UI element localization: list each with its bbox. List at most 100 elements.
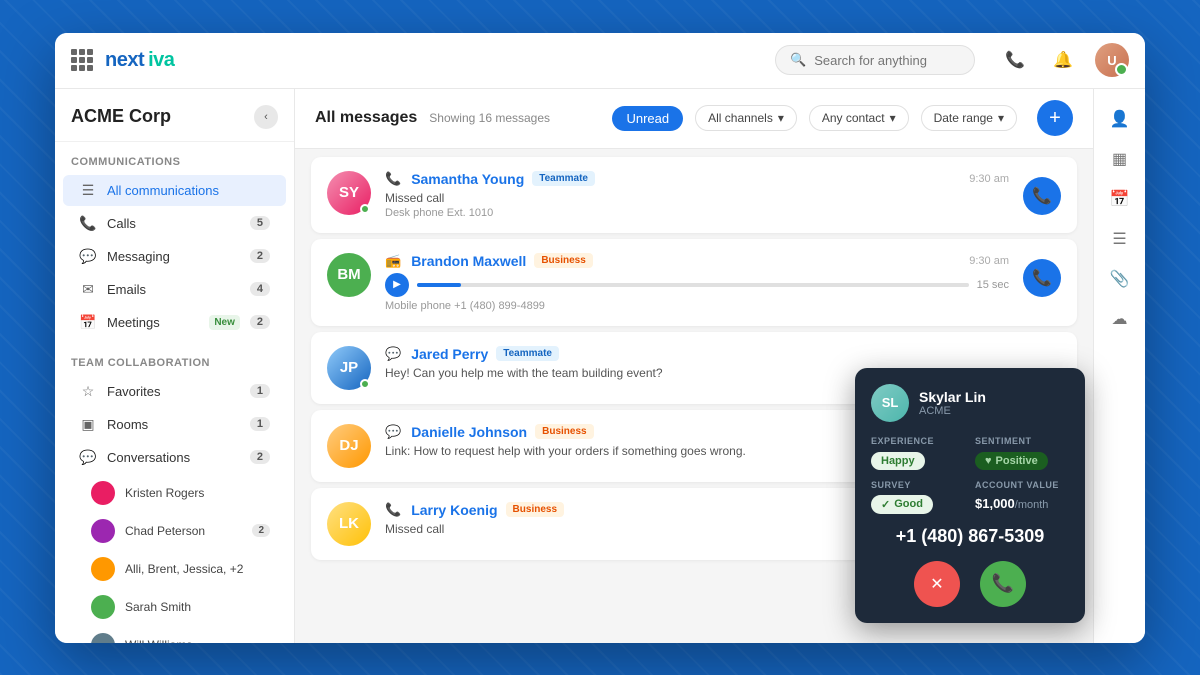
- logo-next: next: [105, 49, 144, 72]
- clip-sidebar-icon[interactable]: 📎: [1102, 261, 1138, 297]
- filter-channels-button[interactable]: All channels ▾: [695, 105, 797, 131]
- group-avatar: [91, 557, 115, 581]
- conversation-kristen-rogers[interactable]: Kristen Rogers: [63, 475, 286, 511]
- search-icon: 🔍: [790, 52, 806, 68]
- sender-tag-4: Business: [535, 424, 593, 439]
- sentiment-value: ♥ Positive: [975, 452, 1048, 470]
- search-input[interactable]: [814, 53, 960, 68]
- meetings-icon: 📅: [79, 314, 97, 331]
- sidebar-item-rooms[interactable]: ▣ Rooms 1: [63, 409, 286, 440]
- filter-date-button[interactable]: Date range ▾: [921, 105, 1017, 131]
- list-sidebar-icon[interactable]: ☰: [1102, 221, 1138, 257]
- all-communications-icon: ☰: [79, 182, 97, 199]
- conversations-icon: 💬: [79, 449, 97, 466]
- top-nav: nextiva 🔍 📞 🔔 U: [55, 33, 1145, 89]
- calls-label: Calls: [107, 216, 240, 231]
- user-avatar[interactable]: U: [1095, 43, 1129, 77]
- popup-call-actions: ✕ 📞: [871, 561, 1069, 607]
- filter-contact-button[interactable]: Any contact ▾: [809, 105, 909, 131]
- call-action-button[interactable]: 📞: [1023, 177, 1061, 215]
- account-value: $1,000/month: [975, 496, 1048, 511]
- popup-initials: SL: [882, 395, 899, 410]
- popup-avatar: SL: [871, 384, 909, 422]
- experience-label: EXPERIENCE: [871, 436, 965, 446]
- collapse-button[interactable]: ‹: [254, 105, 278, 129]
- nav-icons: 📞 🔔 U: [999, 43, 1129, 77]
- person-sidebar-icon[interactable]: 👤: [1102, 101, 1138, 137]
- sidebar-item-messaging[interactable]: 💬 Messaging 2: [63, 241, 286, 272]
- conversations-badge: 2: [250, 450, 270, 464]
- right-sidebar: 👤 ▦ 📅 ☰ 📎 ☁: [1093, 89, 1145, 643]
- cloud-sidebar-icon[interactable]: ☁: [1102, 301, 1138, 337]
- message-card-brandon-maxwell[interactable]: BM 📻 Brandon Maxwell Business 9:30 am ▶: [311, 239, 1077, 326]
- online-indicator-2: [360, 379, 370, 389]
- communications-label: Communications: [55, 142, 294, 174]
- logo-iva: iva: [148, 49, 174, 72]
- kristen-rogers-avatar: [91, 481, 115, 505]
- conversation-chad-peterson[interactable]: Chad Peterson 2: [63, 513, 286, 549]
- sender-name-4: Danielle Johnson: [411, 424, 527, 440]
- sidebar-item-favorites[interactable]: ☆ Favorites 1: [63, 376, 286, 407]
- message-card-samantha-young[interactable]: SY 📞 Samantha Young Teammate 9:30 am Mis…: [311, 157, 1077, 233]
- add-message-button[interactable]: +: [1037, 100, 1073, 136]
- play-voicemail-button[interactable]: ▶: [385, 273, 409, 297]
- phone-nav-icon[interactable]: 📞: [999, 44, 1031, 76]
- sarah-smith-avatar: [91, 595, 115, 619]
- chevron-down-icon-2: ▾: [890, 111, 896, 125]
- favorites-label: Favorites: [107, 384, 240, 399]
- message-type-icon-2: 💬: [385, 424, 401, 440]
- filter-channels-label: All channels: [708, 111, 773, 125]
- favorites-badge: 1: [250, 384, 270, 398]
- brandon-maxwell-avatar: BM: [327, 253, 371, 297]
- msg-top-3: 💬 Jared Perry Teammate: [385, 346, 1061, 362]
- apps-grid-icon[interactable]: [71, 49, 93, 71]
- conversation-sarah-smith[interactable]: Sarah Smith: [63, 589, 286, 625]
- sidebar-item-conversations[interactable]: 💬 Conversations 2: [63, 442, 286, 473]
- msg-sub-2: Mobile phone +1 (480) 899-4899: [385, 300, 1009, 312]
- voicemail-progress-bar[interactable]: [417, 283, 969, 287]
- filter-unread-button[interactable]: Unread: [612, 106, 683, 131]
- sarah-smith-label: Sarah Smith: [125, 600, 270, 614]
- team-collaboration-label: Team collaboration: [55, 343, 294, 375]
- voicemail-controls: ▶ 15 sec: [385, 273, 1009, 297]
- msg-top-2: 📻 Brandon Maxwell Business 9:30 am: [385, 253, 1009, 269]
- messaging-badge: 2: [250, 249, 270, 263]
- brandon-maxwell-initials: BM: [337, 266, 360, 283]
- larry-koenig-initials: LK: [339, 515, 359, 532]
- survey-label: SURVEY: [871, 480, 965, 490]
- sidebar-item-all-communications[interactable]: ☰ All communications: [63, 175, 286, 206]
- group-label: Alli, Brent, Jessica, +2: [125, 562, 270, 576]
- samantha-young-avatar: SY: [327, 171, 371, 215]
- sidebar: ACME Corp ‹ Communications ☰ All communi…: [55, 89, 295, 643]
- decline-call-button[interactable]: ✕: [914, 561, 960, 607]
- call-action-button-2[interactable]: 📞: [1023, 259, 1061, 297]
- chevron-down-icon: ▾: [778, 111, 784, 125]
- search-bar[interactable]: 🔍: [775, 45, 975, 75]
- logo: nextiva: [105, 49, 174, 72]
- conversation-will-williams[interactable]: Will Williams: [63, 627, 286, 643]
- survey-cell: SURVEY ✓ Good: [871, 480, 965, 514]
- account-value-label: ACCOUNT VALUE: [975, 480, 1069, 490]
- calls-badge: 5: [250, 216, 270, 230]
- samantha-young-initials: SY: [339, 184, 359, 201]
- conversation-group[interactable]: Alli, Brent, Jessica, +2: [63, 551, 286, 587]
- messages-header: All messages Showing 16 messages Unread …: [295, 89, 1093, 149]
- sender-name-3: Jared Perry: [411, 346, 488, 362]
- sidebar-item-emails[interactable]: ✉ Emails 4: [63, 274, 286, 305]
- voicemail-duration: 15 sec: [977, 279, 1009, 291]
- conversations-label: Conversations: [107, 450, 240, 465]
- popup-metrics-grid: EXPERIENCE Happy SENTIMENT ♥ Positive SU…: [871, 436, 1069, 514]
- check-icon: ✓: [881, 498, 890, 511]
- call-type-icon: 📞: [385, 171, 401, 187]
- rooms-label: Rooms: [107, 417, 240, 432]
- msg-preview: Missed call: [385, 191, 1009, 205]
- danielle-johnson-initials: DJ: [339, 437, 358, 454]
- sidebar-item-calls[interactable]: 📞 Calls 5: [63, 208, 286, 239]
- sender-name: Samantha Young: [411, 171, 524, 187]
- grid-sidebar-icon[interactable]: ▦: [1102, 141, 1138, 177]
- accept-icon: 📞: [992, 573, 1014, 594]
- accept-call-button[interactable]: 📞: [980, 561, 1026, 607]
- calendar-sidebar-icon[interactable]: 📅: [1102, 181, 1138, 217]
- bell-nav-icon[interactable]: 🔔: [1047, 44, 1079, 76]
- sidebar-item-meetings[interactable]: 📅 Meetings New 2: [63, 307, 286, 338]
